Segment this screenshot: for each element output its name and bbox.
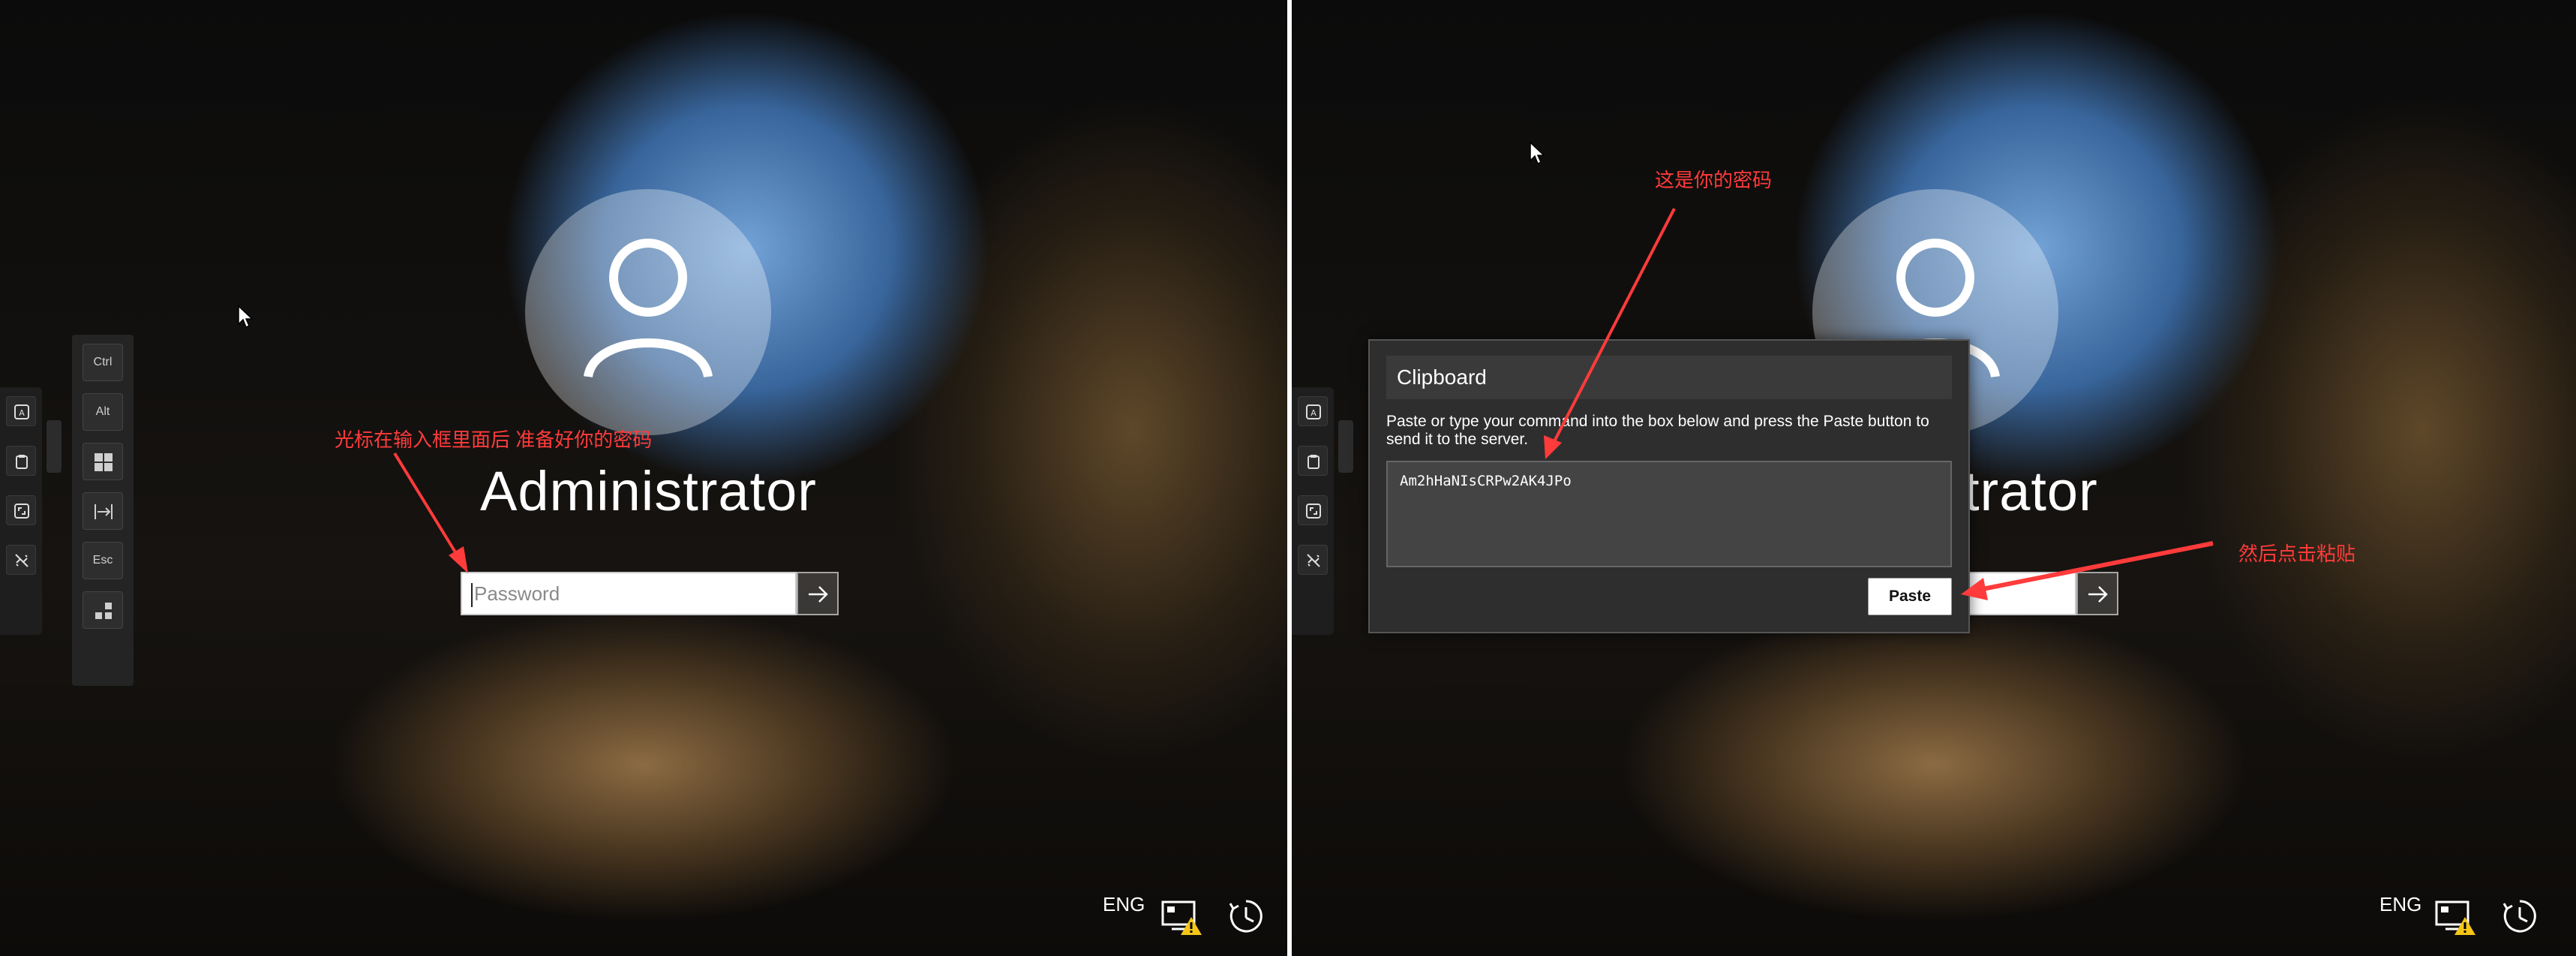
- username-label: Administrator: [480, 460, 817, 522]
- disconnect-button[interactable]: [1298, 545, 1328, 575]
- clipboard-button[interactable]: [1298, 446, 1328, 476]
- disconnect-icon: [15, 554, 29, 567]
- windows-icon: [95, 453, 113, 471]
- clipboard-description: Paste or type your command into the box …: [1386, 413, 1929, 448]
- login-screen-left: Administrator Password A Ctrl Alt Esc 光标…: [0, 0, 1287, 956]
- side-toolbar: A: [0, 387, 42, 635]
- annotation-top: 这是你的密码: [1655, 169, 1773, 191]
- password-placeholder: Password: [474, 582, 560, 605]
- clipboard-dialog: Clipboard Paste or type your command int…: [1368, 339, 1970, 633]
- side-toolbar: A: [1292, 387, 1334, 635]
- user-icon: [584, 239, 713, 378]
- fullscreen-button[interactable]: [6, 495, 36, 525]
- keyboard-icon: A: [14, 404, 29, 419]
- tab-icon: [95, 504, 113, 519]
- password-input[interactable]: [1952, 572, 2076, 615]
- arrow-right-icon: [2088, 586, 2108, 603]
- text-caret: [471, 583, 473, 608]
- disconnect-icon: [1307, 554, 1320, 567]
- paste-button[interactable]: Paste: [1868, 578, 1952, 615]
- windows-key-button[interactable]: [83, 443, 123, 480]
- ease-of-access-icon[interactable]: [2501, 897, 2538, 935]
- clipboard-icon: [1308, 455, 1320, 469]
- more-keys-button[interactable]: [83, 591, 123, 629]
- keyboard-toggle-button[interactable]: A: [1298, 396, 1328, 426]
- user-avatar: [525, 189, 771, 435]
- language-indicator[interactable]: ENG: [2379, 893, 2421, 916]
- language-indicator[interactable]: ENG: [1103, 893, 1145, 916]
- keyboard-toggle-button[interactable]: A: [6, 396, 36, 426]
- keyboard-icon: A: [1306, 404, 1321, 419]
- ctrl-key-button[interactable]: Ctrl: [83, 344, 123, 381]
- submit-button[interactable]: [2076, 572, 2118, 615]
- annotation-right: 然后点击粘贴: [2238, 543, 2356, 565]
- svg-text:A: A: [1311, 408, 1317, 418]
- svg-text:A: A: [19, 408, 25, 418]
- network-warning-icon[interactable]: [1161, 899, 1203, 936]
- annotation-left: 光标在输入框里面后 准备好你的密码: [335, 428, 653, 451]
- toolbar-handle[interactable]: [47, 420, 62, 473]
- clipboard-button[interactable]: [6, 446, 36, 476]
- password-input[interactable]: Password: [461, 572, 797, 615]
- username-label: trator: [1964, 460, 2098, 522]
- arrow-right-icon: [809, 586, 828, 603]
- fullscreen-icon: [14, 504, 29, 519]
- mouse-cursor-icon: [238, 305, 254, 329]
- ease-of-access-icon[interactable]: [1227, 897, 1265, 935]
- clipboard-textarea[interactable]: Am2hHaNIsCRPw2AK4JPo: [1386, 461, 1952, 567]
- network-warning-icon[interactable]: [2435, 899, 2477, 936]
- key-panel: Ctrl Alt Esc: [72, 335, 134, 686]
- clipboard-title: Clipboard: [1386, 356, 1952, 399]
- mouse-cursor-icon: [1530, 141, 1545, 165]
- toolbar-handle[interactable]: [1338, 420, 1353, 473]
- submit-button[interactable]: [797, 572, 839, 615]
- fullscreen-icon: [1306, 504, 1321, 519]
- grid-icon: [95, 603, 112, 619]
- esc-key-button[interactable]: Esc: [83, 542, 123, 579]
- clipboard-icon: [16, 455, 28, 469]
- disconnect-button[interactable]: [6, 545, 36, 575]
- fullscreen-button[interactable]: [1298, 495, 1328, 525]
- tab-key-button[interactable]: [83, 492, 123, 530]
- alt-key-button[interactable]: Alt: [83, 393, 123, 431]
